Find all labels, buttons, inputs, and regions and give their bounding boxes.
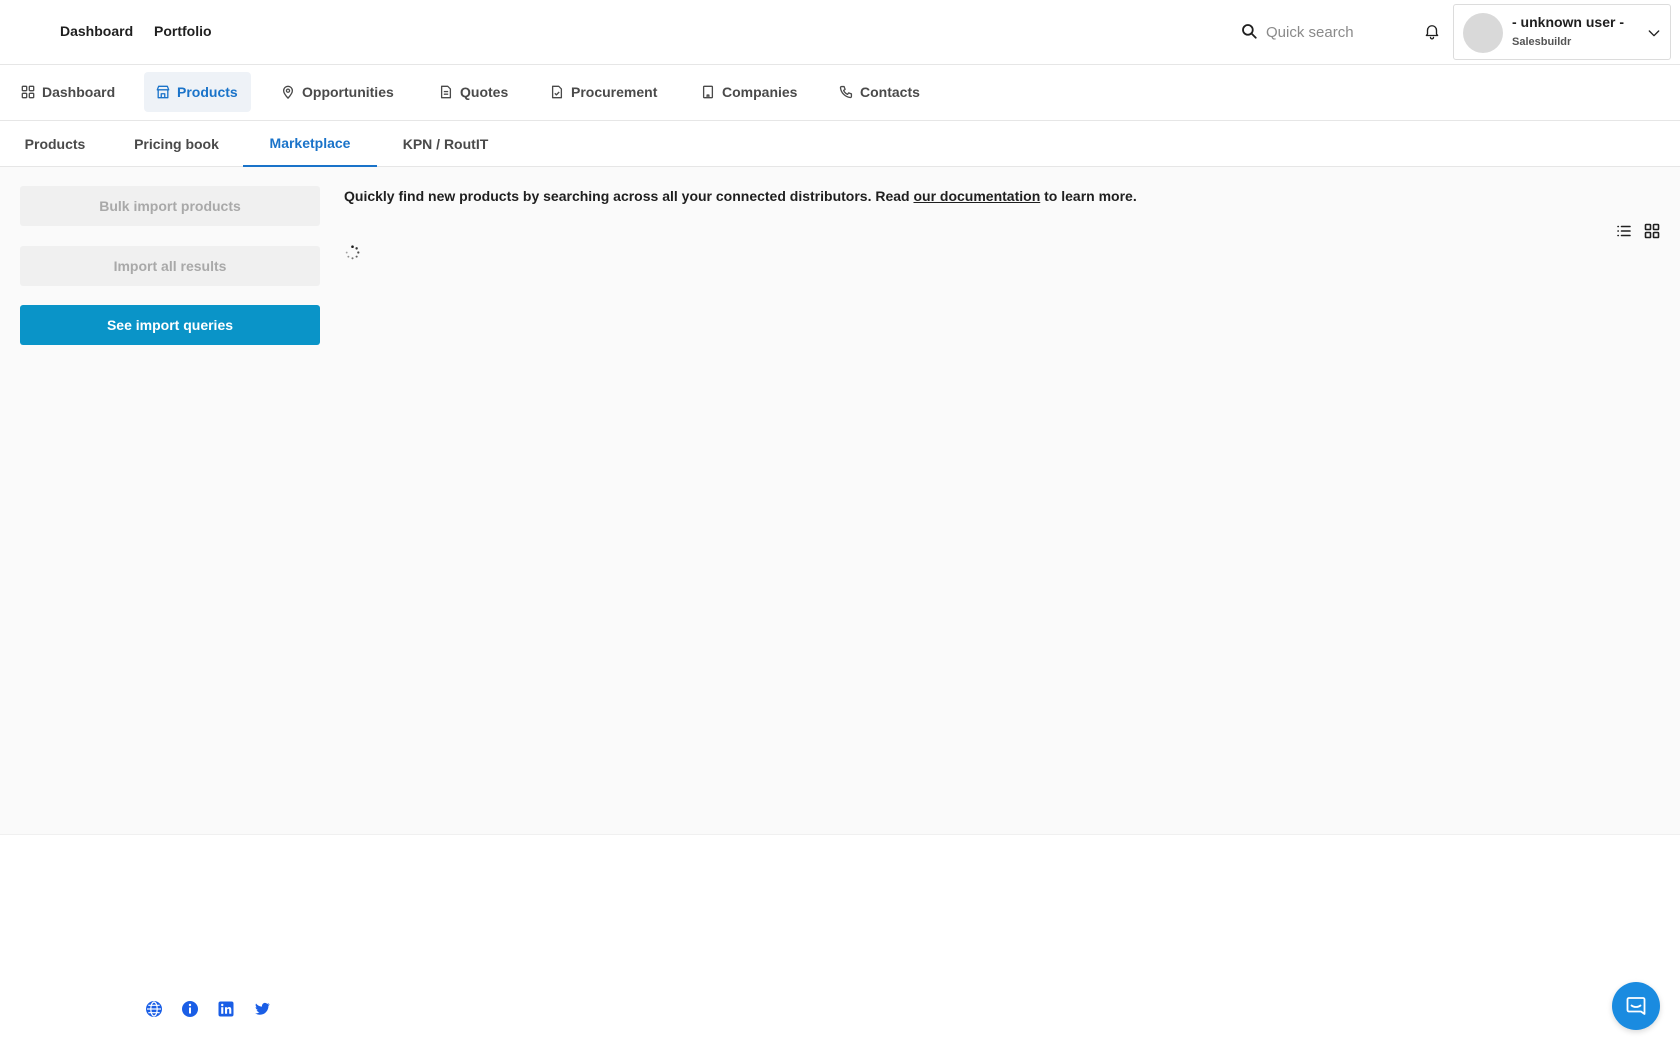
user-organization: Salesbuildr [1512, 36, 1572, 48]
globe-icon[interactable] [145, 1000, 163, 1018]
pin-icon [282, 85, 294, 99]
file-check-icon [551, 85, 563, 99]
nav-item-label: Opportunities [302, 84, 394, 100]
nav-item-opportunities[interactable]: Opportunities [269, 72, 407, 112]
chat-icon [1626, 997, 1646, 1015]
nav-item-label: Procurement [571, 84, 658, 100]
tab-marketplace[interactable]: Marketplace [243, 121, 377, 167]
import-all-results-button[interactable]: Import all results [20, 246, 320, 286]
marketplace-intro: Quickly find new products by searching a… [344, 188, 1137, 204]
grid-icon [21, 85, 35, 99]
nav-item-dashboard[interactable]: Dashboard [9, 72, 128, 112]
info-icon[interactable] [181, 1000, 199, 1018]
main-navigation: Dashboard Products Opportunities Quotes … [0, 65, 1680, 121]
user-name: - unknown user - [1512, 14, 1624, 30]
header-link-portfolio[interactable]: Portfolio [154, 23, 212, 39]
bulk-import-button[interactable]: Bulk import products [20, 186, 320, 226]
top-header: Dashboard Portfolio - unknown user - Sal… [0, 0, 1680, 65]
nav-item-label: Dashboard [42, 84, 116, 100]
nav-item-label: Products [177, 84, 238, 100]
nav-item-contacts[interactable]: Contacts [827, 72, 933, 112]
tab-pricing-book[interactable]: Pricing book [110, 121, 243, 167]
document-icon [440, 85, 452, 99]
documentation-link[interactable]: our documentation [913, 188, 1040, 204]
tab-products[interactable]: Products [0, 121, 110, 167]
nav-item-quotes[interactable]: Quotes [427, 72, 521, 112]
grid-view-icon[interactable] [1644, 223, 1660, 239]
building-icon [702, 85, 714, 99]
quick-search-input[interactable] [1266, 20, 1406, 44]
user-menu[interactable]: - unknown user - Salesbuildr [1453, 4, 1671, 60]
nav-item-companies[interactable]: Companies [689, 72, 810, 112]
intro-text-after: to learn more. [1040, 188, 1137, 204]
bell-icon[interactable] [1423, 22, 1441, 40]
list-view-icon[interactable] [1616, 223, 1632, 239]
avatar [1463, 13, 1503, 53]
linkedin-icon[interactable] [217, 1000, 235, 1018]
intro-text-before: Quickly find new products by searching a… [344, 188, 914, 204]
see-import-queries-button[interactable]: See import queries [20, 305, 320, 345]
nav-item-label: Companies [722, 84, 798, 100]
loading-spinner-icon [345, 245, 360, 260]
nav-item-label: Quotes [460, 84, 509, 100]
nav-item-procurement[interactable]: Procurement [538, 72, 670, 112]
chat-launcher-button[interactable] [1612, 982, 1660, 1030]
search-icon [1242, 24, 1257, 39]
nav-item-label: Contacts [860, 84, 920, 100]
tab-kpn-routit[interactable]: KPN / RoutIT [377, 121, 514, 167]
footer [0, 834, 1680, 1050]
phone-icon [839, 85, 853, 99]
twitter-icon[interactable] [253, 1000, 271, 1018]
chevron-down-icon [1648, 30, 1660, 37]
sub-tabs: Products Pricing book Marketplace KPN / … [0, 121, 1680, 167]
nav-item-products[interactable]: Products [144, 72, 251, 112]
store-icon [156, 85, 170, 99]
header-link-dashboard[interactable]: Dashboard [60, 23, 133, 39]
